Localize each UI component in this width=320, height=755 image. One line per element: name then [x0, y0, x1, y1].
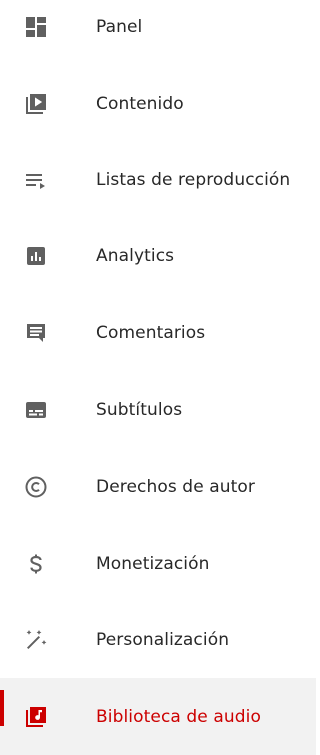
sidebar-item-label: Listas de reproducción	[96, 169, 291, 190]
sidebar-item-label: Derechos de autor	[96, 476, 256, 497]
sidebar-item-label: Monetización	[96, 553, 210, 574]
sidebar-item-listas[interactable]: Listas de reproducción	[0, 141, 316, 218]
dollar-icon	[24, 552, 48, 576]
sidebar-item-comentarios[interactable]: Comentarios	[0, 294, 316, 371]
sidebar-item-label: Analytics	[96, 245, 175, 266]
sidebar-item-personalizacion[interactable]: Personalización	[0, 601, 316, 678]
sidebar-item-panel[interactable]: Panel	[0, 0, 316, 65]
sidebar-item-label: Comentarios	[96, 322, 206, 343]
sidebar-item-derechos[interactable]: Derechos de autor	[0, 448, 316, 525]
sidebar-item-subtitulos[interactable]: Subtítulos	[0, 371, 316, 448]
copyright-icon	[24, 475, 48, 499]
playlist-icon	[24, 168, 48, 192]
dashboard-icon	[24, 15, 48, 39]
sidebar-nav: Panel Contenido Listas de reproducción A…	[0, 0, 316, 755]
subtitles-icon	[24, 398, 48, 422]
video-library-icon	[24, 92, 48, 116]
sidebar-item-label: Personalización	[96, 629, 230, 650]
sidebar-item-contenido[interactable]: Contenido	[0, 65, 316, 142]
sidebar-item-label: Biblioteca de audio	[96, 706, 261, 727]
sidebar-item-analytics[interactable]: Analytics	[0, 217, 316, 294]
sidebar-item-label: Contenido	[96, 93, 184, 114]
magic-wand-icon	[24, 628, 48, 652]
analytics-icon	[24, 244, 48, 268]
sidebar-item-monetizacion[interactable]: Monetización	[0, 525, 316, 602]
sidebar-item-label: Subtítulos	[96, 399, 183, 420]
audio-library-icon	[24, 705, 48, 729]
sidebar-item-label: Panel	[96, 16, 143, 37]
comment-icon	[24, 321, 48, 345]
sidebar-item-biblioteca-audio[interactable]: Biblioteca de audio	[0, 678, 316, 755]
